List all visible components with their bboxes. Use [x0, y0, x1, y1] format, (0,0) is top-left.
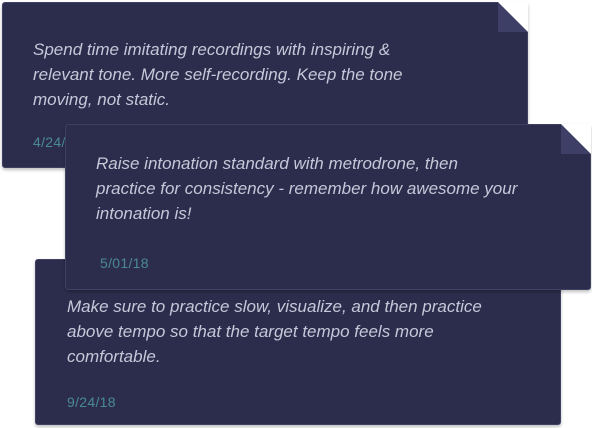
note-card[interactable]: Raise intonation standard with metrodron… [65, 124, 591, 290]
note-text: Spend time imitating recordings with ins… [33, 40, 403, 109]
note-text: Raise intonation standard with metrodron… [96, 154, 518, 223]
note-text: Make sure to practice slow, visualize, a… [67, 297, 482, 366]
page-fold-corner [498, 2, 528, 32]
page-fold-corner [561, 124, 591, 154]
note-date: 5/01/18 [100, 255, 149, 271]
note-date: 9/24/18 [67, 394, 116, 410]
